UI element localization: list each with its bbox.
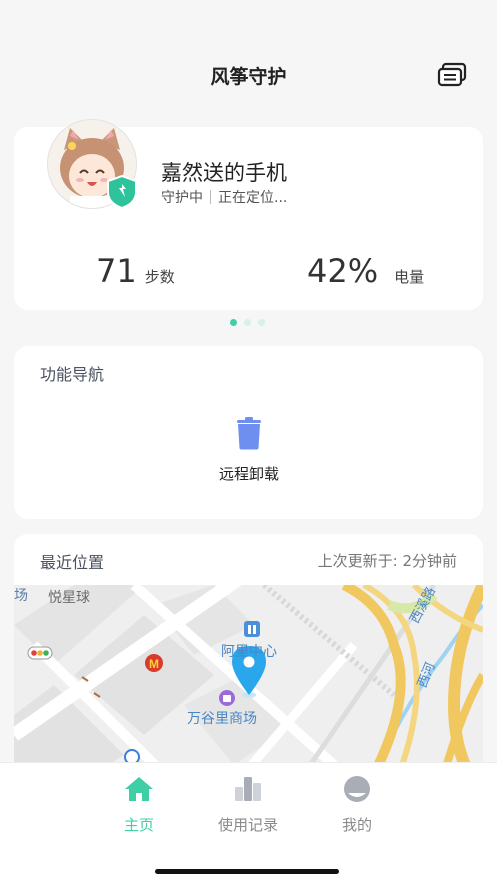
guard-status: 守护中 [161, 190, 203, 206]
device-status-line: 守护中 正在定位... [161, 187, 287, 207]
device-name: 嘉然送的手机 [161, 161, 287, 185]
tab-records[interactable]: 使用记录 [203, 775, 293, 835]
records-icon [235, 777, 261, 801]
map-label-mall: 万谷里商场 [187, 711, 257, 727]
battery-unit: 电量 [394, 268, 425, 286]
status-divider [210, 190, 211, 204]
location-status: 正在定位... [218, 190, 288, 206]
carousel-dot[interactable] [244, 319, 251, 326]
recent-location-card[interactable]: 最近位置 上次更新于: 2分钟前 M 场 悦星球 阿里中心 万谷里商场 西溪路 … [14, 534, 483, 774]
location-map[interactable]: M 场 悦星球 阿里中心 万谷里商场 西溪路 西河 [14, 585, 483, 774]
tab-home-label: 主页 [123, 816, 154, 834]
last-update-time: 上次更新于: 2分钟前 [317, 552, 457, 570]
map-label-center: 阿里中心 [221, 644, 277, 660]
building-poi-icon [244, 621, 260, 637]
steps-stat: 71 步数 [96, 252, 175, 290]
remote-uninstall-label: 远程卸载 [218, 465, 279, 483]
guard-shield-badge [106, 174, 138, 210]
message-list-icon [437, 62, 467, 87]
battery-value: 42% [307, 252, 379, 290]
section-title: 功能导航 [40, 365, 105, 384]
carousel-dot[interactable] [230, 319, 237, 326]
app-header: 风筝守护 [0, 0, 497, 110]
feature-nav-card: 功能导航 远程卸载 [14, 346, 483, 519]
messages-button[interactable] [437, 62, 467, 88]
steps-value: 71 [96, 252, 137, 290]
carousel-dot[interactable] [258, 319, 265, 326]
steps-unit: 步数 [144, 268, 175, 286]
svg-text:M: M [149, 657, 159, 671]
shield-icon [107, 174, 137, 210]
battery-stat: 42% 电量 [307, 252, 424, 290]
home-indicator [155, 869, 339, 874]
home-icon [125, 777, 153, 801]
trash-icon [237, 417, 261, 450]
tab-home[interactable]: 主页 [94, 775, 184, 835]
tab-profile-label: 我的 [341, 816, 372, 834]
device-card[interactable]: 嘉然送的手机 守护中 正在定位... 71 步数 42% 电量 [14, 119, 483, 310]
page-title: 风筝守护 [210, 66, 287, 88]
bottom-tab-bar: 主页 使用记录 我的 [0, 762, 497, 884]
section-title: 最近位置 [40, 553, 105, 572]
carousel-indicator [230, 319, 265, 326]
map-label-edge: 场 [14, 588, 28, 604]
tab-profile[interactable]: 我的 [312, 775, 402, 835]
tab-records-label: 使用记录 [217, 816, 278, 834]
remote-uninstall-button[interactable]: 远程卸载 [205, 416, 293, 484]
profile-icon [344, 776, 370, 802]
map-label-bowling: 悦星球 [48, 590, 90, 606]
